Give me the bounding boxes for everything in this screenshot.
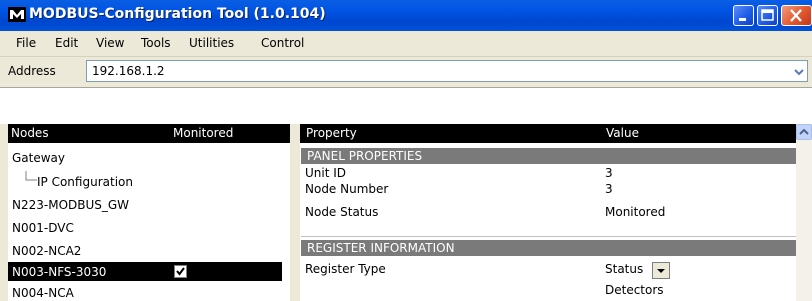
tree-item-ip-configuration[interactable]: IP Configuration <box>37 175 133 189</box>
section-divider <box>301 236 796 237</box>
property-name: Node Status <box>305 205 379 219</box>
tree-item-n003-label: N003-NFS-3030 <box>12 265 107 279</box>
menu-bar: File Edit View Tools Utilities Control <box>0 31 812 57</box>
section-panel-properties: PANEL PROPERTIES <box>301 148 796 164</box>
register-type-value[interactable]: Status <box>605 262 643 276</box>
tree-item-n002[interactable]: N002-NCA2 <box>12 244 81 258</box>
close-button[interactable] <box>781 5 812 26</box>
left-gutter <box>0 124 8 301</box>
property-value[interactable]: Monitored <box>605 205 665 219</box>
property-name: Register Type <box>305 262 386 276</box>
chevron-down-icon[interactable] <box>793 66 805 78</box>
value-column-header[interactable]: Value <box>606 126 639 140</box>
property-column-header[interactable]: Property <box>306 126 357 140</box>
maximize-icon <box>761 9 774 21</box>
monitored-checkbox[interactable] <box>174 265 187 278</box>
nodes-header: Nodes Monitored <box>8 124 290 143</box>
scroll-up-button[interactable] <box>796 124 812 140</box>
monitored-column-header[interactable]: Monitored <box>173 126 233 140</box>
maximize-button[interactable] <box>757 5 778 26</box>
address-label: Address <box>8 64 56 78</box>
dropdown-arrow-icon <box>657 269 665 273</box>
tree-item-n004[interactable]: N004-NCA <box>12 286 74 300</box>
panel-splitter[interactable] <box>290 124 300 301</box>
menu-utilities[interactable]: Utilities <box>189 36 234 50</box>
tree-item-gateway[interactable]: Gateway <box>12 151 65 165</box>
menu-tools[interactable]: Tools <box>141 36 171 50</box>
modbus-logo-icon <box>8 7 26 22</box>
register-type-dropdown[interactable] <box>652 262 670 279</box>
address-value: 192.168.1.2 <box>92 64 165 78</box>
tree-item-n001[interactable]: N001-DVC <box>12 221 74 235</box>
section-title: REGISTER INFORMATION <box>307 241 455 255</box>
property-name: Node Number <box>305 182 389 196</box>
minimize-button[interactable] <box>733 5 754 26</box>
close-icon <box>790 9 802 22</box>
property-value[interactable]: 3 <box>605 166 613 180</box>
property-value[interactable]: 3 <box>605 182 613 196</box>
checkmark-icon <box>176 267 185 276</box>
properties-header: Property Value <box>300 124 796 143</box>
property-name: Unit ID <box>305 166 347 180</box>
title-bar[interactable]: MODBUS-Configuration Tool (1.0.104) <box>0 0 812 31</box>
chevron-up-icon <box>799 128 809 135</box>
minimize-icon <box>739 18 746 21</box>
menu-control[interactable]: Control <box>261 36 304 50</box>
menu-edit[interactable]: Edit <box>55 36 78 50</box>
tree-connector-icon <box>25 171 37 181</box>
section-title: PANEL PROPERTIES <box>307 149 423 163</box>
vertical-scrollbar[interactable] <box>796 124 812 301</box>
menu-view[interactable]: View <box>96 36 124 50</box>
nodes-column-header[interactable]: Nodes <box>11 126 49 140</box>
address-bar: Address 192.168.1.2 <box>0 57 812 88</box>
window-title: MODBUS-Configuration Tool (1.0.104) <box>29 6 326 22</box>
tree-item-n223[interactable]: N223-MODBUS_GW <box>12 198 129 212</box>
property-value[interactable]: Detectors <box>605 283 664 297</box>
section-register-information: REGISTER INFORMATION <box>301 240 796 256</box>
menu-file[interactable]: File <box>16 36 36 50</box>
address-input[interactable]: 192.168.1.2 <box>86 60 808 82</box>
tree-item-n003-selected[interactable]: N003-NFS-3030 <box>8 262 282 281</box>
